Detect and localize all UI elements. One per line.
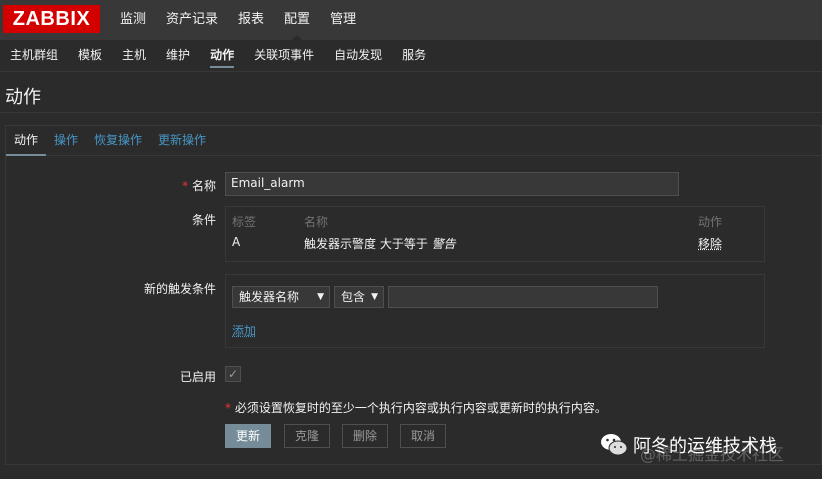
clone-button[interactable]: 克隆 — [284, 424, 331, 448]
name-label: * 名称 — [182, 179, 216, 193]
enabled-checkbox[interactable]: ✓ — [225, 366, 241, 382]
tab-recovery-operations[interactable]: 恢复操作 — [86, 126, 150, 155]
subnav-actions[interactable]: 动作 — [200, 40, 244, 71]
page-title: 动作 — [5, 87, 41, 108]
sub-nav: 主机群组 模板 主机 维护 动作 关联项事件 自动发现 服务 — [0, 40, 822, 71]
condition-value: 警告 — [431, 237, 456, 251]
subnav-hosts[interactable]: 主机 — [112, 40, 156, 71]
enabled-label: 已启用 — [179, 370, 216, 384]
remove-condition-link[interactable]: 移除 — [698, 235, 722, 252]
condition-operator-select[interactable]: 包含 ▼ — [334, 286, 384, 308]
subnav-discovery[interactable]: 自动发现 — [324, 40, 392, 71]
nav-monitoring[interactable]: 监测 — [110, 0, 156, 40]
nav-configuration[interactable]: 配置 — [274, 0, 320, 40]
conditions-table: 标签 名称 动作 A 触发器示警度 大于等于 警告 移除 — [225, 206, 765, 262]
required-mark: * — [182, 179, 189, 193]
tab-action[interactable]: 动作 — [6, 126, 47, 156]
col-header-tag: 标签 — [232, 215, 257, 229]
nav-inventory[interactable]: 资产记录 — [156, 0, 228, 40]
chevron-down-icon: ▼ — [317, 292, 324, 302]
subnav-event-correlation[interactable]: 关联项事件 — [244, 40, 324, 71]
name-input[interactable]: Email_alarm — [225, 172, 679, 196]
col-header-action: 动作 — [698, 215, 723, 229]
tab-operations[interactable]: 操作 — [46, 126, 86, 155]
tab-update-operations[interactable]: 更新操作 — [150, 126, 214, 155]
conditions-label: 条件 — [191, 213, 216, 227]
new-condition-box: 触发器名称 ▼ 包含 ▼ 添加 — [225, 274, 765, 348]
top-bar: ZABBIX 监测 资产记录 报表 配置 管理 — [0, 0, 822, 40]
delete-button[interactable]: 删除 — [342, 424, 389, 448]
check-icon: ✓ — [227, 367, 239, 381]
condition-value-input[interactable] — [388, 286, 658, 308]
condition-text: 触发器示警度 大于等于 警告 — [304, 237, 456, 251]
wechat-icon — [601, 434, 628, 456]
watermark: @稀土掘金技术社区 阿冬的运维技术栈 — [600, 428, 820, 468]
requirement-note: * 必须设置恢复时的至少一个执行内容或执行内容或更新时的执行内容。 — [225, 401, 607, 415]
condition-type-select[interactable]: 触发器名称 ▼ — [232, 286, 330, 308]
sub-bar: 主机群组 模板 主机 维护 动作 关联项事件 自动发现 服务 — [0, 40, 822, 72]
subnav-templates[interactable]: 模板 — [68, 40, 112, 71]
subnav-services[interactable]: 服务 — [392, 40, 436, 71]
new-condition-label: 新的触发条件 — [143, 282, 216, 296]
subnav-maintenance[interactable]: 维护 — [156, 40, 200, 71]
main-nav: 监测 资产记录 报表 配置 管理 — [110, 0, 366, 40]
condition-tag: A — [232, 235, 241, 249]
zabbix-logo[interactable]: ZABBIX — [3, 5, 100, 33]
form-tabs: 动作 操作 恢复操作 更新操作 — [6, 126, 821, 156]
update-button[interactable]: 更新 — [225, 424, 272, 448]
action-form-panel: 动作 操作 恢复操作 更新操作 * 名称 Email_alarm 条件 标签 名… — [5, 125, 822, 465]
nav-reports[interactable]: 报表 — [228, 0, 274, 40]
add-condition-link[interactable]: 添加 — [232, 322, 256, 339]
cancel-button[interactable]: 取消 — [400, 424, 447, 448]
watermark-name: 阿冬的运维技术栈 — [633, 436, 777, 457]
col-header-name: 名称 — [304, 215, 329, 229]
divider — [0, 112, 822, 113]
nav-administration[interactable]: 管理 — [320, 0, 366, 40]
chevron-down-icon: ▼ — [371, 292, 378, 302]
subnav-host-groups[interactable]: 主机群组 — [0, 40, 68, 71]
